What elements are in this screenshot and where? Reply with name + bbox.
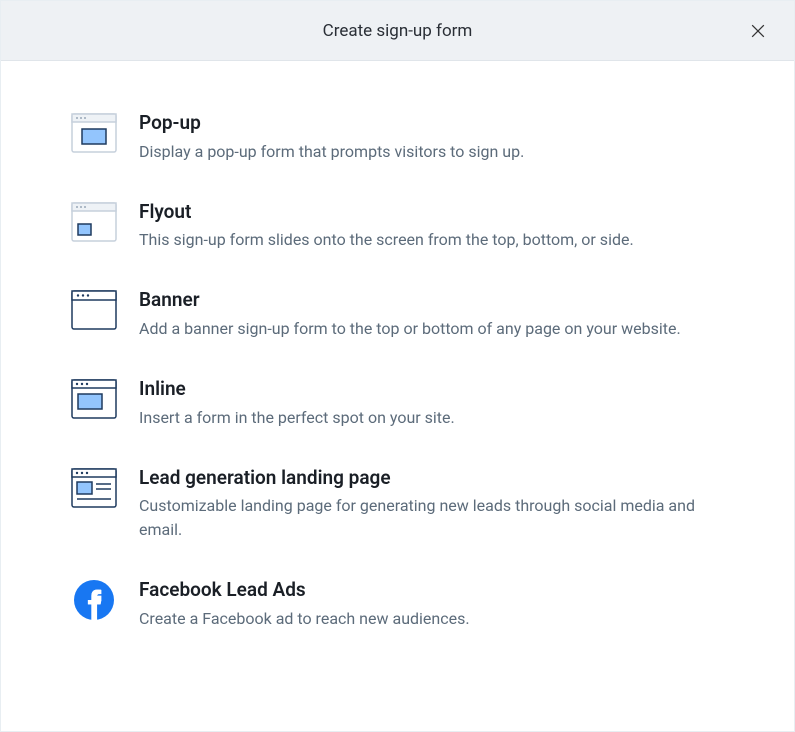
modal-title: Create sign-up form [323, 21, 473, 41]
flyout-icon [71, 202, 117, 242]
option-description: Display a pop-up form that prompts visit… [139, 140, 724, 164]
option-title: Facebook Lead Ads [139, 578, 724, 603]
inline-icon [71, 379, 117, 419]
option-inline[interactable]: Inline Insert a form in the perfect spot… [71, 377, 724, 430]
option-text: Banner Add a banner sign-up form to the … [139, 288, 724, 341]
option-title: Lead generation landing page [139, 466, 724, 491]
modal-header: Create sign-up form [1, 1, 794, 61]
option-landing-page[interactable]: Lead generation landing page Customizabl… [71, 466, 724, 543]
close-icon [748, 21, 768, 41]
option-description: This sign-up form slides onto the screen… [139, 228, 724, 252]
option-description: Add a banner sign-up form to the top or … [139, 317, 724, 341]
option-description: Create a Facebook ad to reach new audien… [139, 607, 724, 631]
close-button[interactable] [746, 19, 770, 43]
option-flyout[interactable]: Flyout This sign-up form slides onto the… [71, 200, 724, 253]
option-title: Banner [139, 288, 724, 313]
options-list: Pop-up Display a pop-up form that prompt… [1, 61, 794, 671]
option-text: Inline Insert a form in the perfect spot… [139, 377, 724, 430]
option-text: Lead generation landing page Customizabl… [139, 466, 724, 543]
option-banner[interactable]: Banner Add a banner sign-up form to the … [71, 288, 724, 341]
landing-page-icon [71, 468, 117, 508]
option-description: Customizable landing page for generating… [139, 494, 724, 542]
popup-icon [71, 113, 117, 153]
option-title: Inline [139, 377, 724, 402]
facebook-icon [71, 580, 117, 626]
option-text: Flyout This sign-up form slides onto the… [139, 200, 724, 253]
option-text: Pop-up Display a pop-up form that prompt… [139, 111, 724, 164]
option-popup[interactable]: Pop-up Display a pop-up form that prompt… [71, 111, 724, 164]
option-description: Insert a form in the perfect spot on you… [139, 406, 724, 430]
banner-icon [71, 290, 117, 330]
option-text: Facebook Lead Ads Create a Facebook ad t… [139, 578, 724, 631]
option-title: Pop-up [139, 111, 724, 136]
option-title: Flyout [139, 200, 724, 225]
option-facebook-lead-ads[interactable]: Facebook Lead Ads Create a Facebook ad t… [71, 578, 724, 631]
